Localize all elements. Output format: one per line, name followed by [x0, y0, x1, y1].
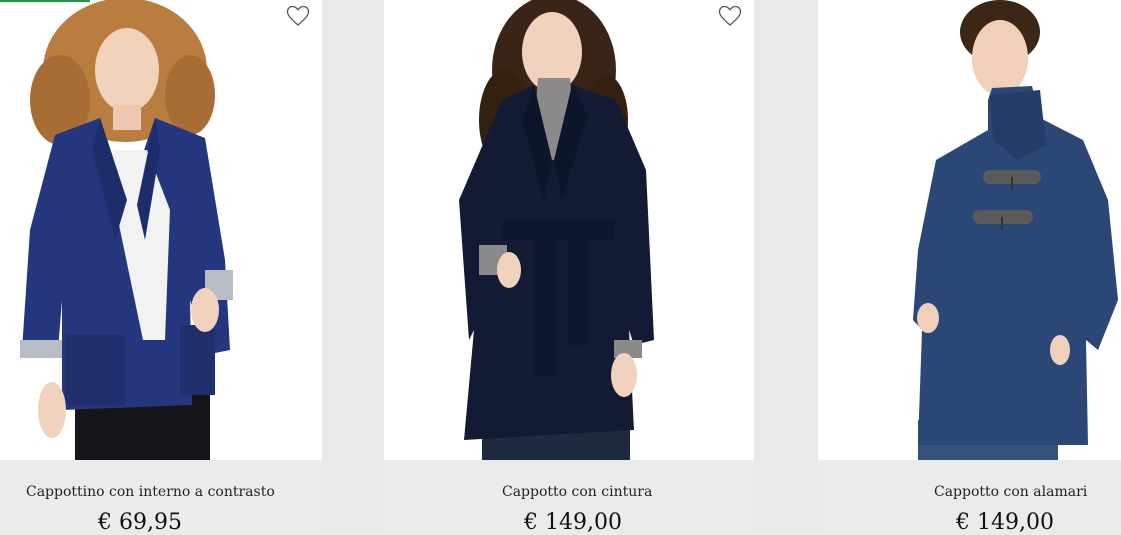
product-photo [818, 0, 1121, 460]
product-image[interactable] [384, 0, 754, 460]
product-photo [0, 0, 322, 460]
product-name[interactable]: Cappottino con interno a contrasto [26, 484, 275, 500]
product-price: € 69,95 [98, 510, 182, 535]
product-image[interactable] [818, 0, 1121, 460]
product-info: Cappottino con interno a contrasto € 69,… [0, 460, 322, 535]
product-name[interactable]: Cappotto con cintura [502, 484, 652, 500]
product-photo [384, 0, 754, 460]
accent-bar [0, 0, 90, 2]
product-info: Cappotto con cintura € 149,00 [384, 460, 754, 535]
product-card[interactable]: Cappotto con cintura € 149,00 [384, 0, 754, 535]
product-name[interactable]: Cappotto con alamari [934, 484, 1087, 500]
wishlist-heart-icon[interactable] [718, 5, 742, 27]
product-image[interactable] [0, 0, 322, 460]
product-price: € 149,00 [524, 510, 622, 535]
wishlist-heart-icon[interactable] [286, 5, 310, 27]
product-info: Cappotto con alamari € 149,00 [818, 460, 1121, 535]
product-card[interactable]: Cappotto con alamari € 149,00 [818, 0, 1121, 535]
product-card[interactable]: Cappottino con interno a contrasto € 69,… [0, 0, 322, 535]
product-price: € 149,00 [956, 510, 1054, 535]
